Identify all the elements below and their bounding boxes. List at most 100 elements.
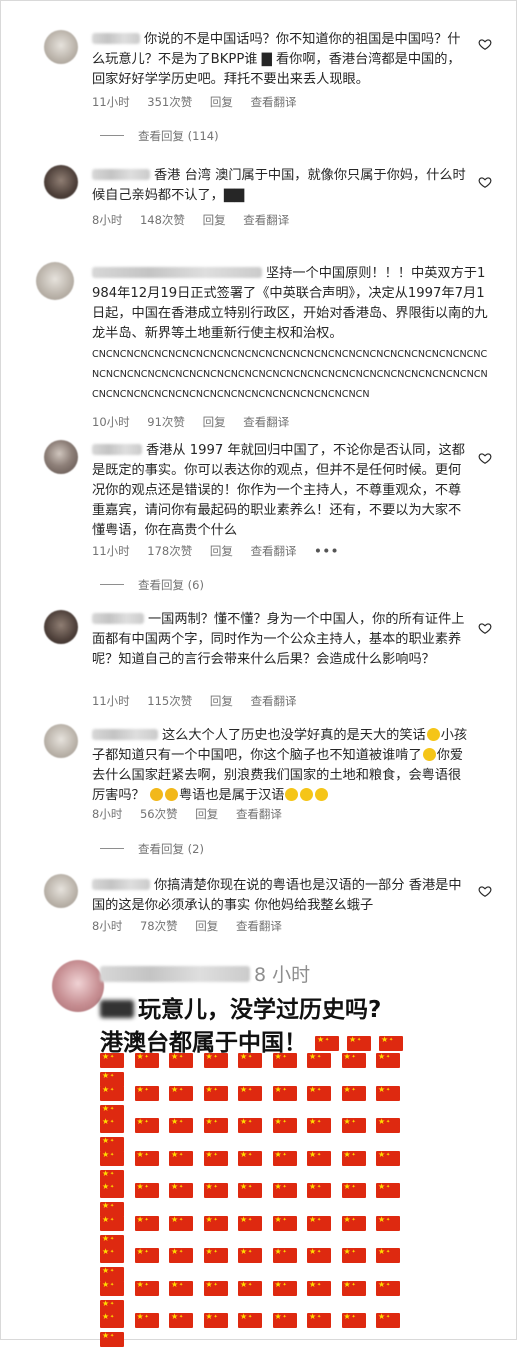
china-flag-icon xyxy=(341,1117,366,1133)
china-flag-icon xyxy=(203,1085,228,1101)
like-count[interactable]: 148次赞 xyxy=(140,213,185,227)
china-flag-icon xyxy=(341,1150,366,1166)
avatar[interactable] xyxy=(44,724,78,758)
sad-emoji-icon xyxy=(149,788,163,801)
comment-text: 一国两制？懂不懂？身为一个中国人，你的所有证件上面都有中国两个字，同时作为一个公… xyxy=(92,612,465,667)
china-flag-icon xyxy=(307,1117,331,1133)
like-count[interactable]: 78次赞 xyxy=(140,919,178,933)
comment-text: 这么大个人了历史也没学好真的是天大的笑话 小孩子都知道只有一个中国吧，你这个脑子也… xyxy=(92,728,468,803)
china-flag-icon xyxy=(134,1215,159,1231)
smile-emoji-icon xyxy=(285,788,299,801)
zoomed-comment-line-1: 玩意儿，没学过历史吗? xyxy=(100,990,381,1024)
like-heart-icon[interactable] xyxy=(478,36,492,50)
china-flag-icon xyxy=(203,1247,228,1263)
translate-button[interactable]: 查看翻译 xyxy=(236,919,282,933)
china-flag-icon xyxy=(238,1085,262,1101)
reply-button[interactable]: 回复 xyxy=(203,415,226,429)
reply-button[interactable]: 回复 xyxy=(210,694,233,708)
username-blurred[interactable] xyxy=(92,613,144,624)
comment-text: 你搞清楚你现在说的粤语也是汉语的一部分 香港是中国的这是你必须承认的事实 你他妈… xyxy=(92,878,462,913)
username-blurred[interactable] xyxy=(92,729,158,740)
china-flag-icon xyxy=(376,1085,400,1101)
like-heart-icon[interactable] xyxy=(478,883,492,897)
translate-button[interactable]: 查看翻译 xyxy=(251,694,297,708)
like-count[interactable]: 351次赞 xyxy=(147,95,192,109)
china-flag-icon xyxy=(307,1052,331,1068)
avatar[interactable] xyxy=(44,874,78,908)
like-count[interactable]: 56次赞 xyxy=(140,807,178,821)
translate-button[interactable]: 查看翻译 xyxy=(251,544,297,558)
replies-divider xyxy=(100,135,124,136)
china-flag-icon xyxy=(347,1035,372,1051)
reply-button[interactable]: 回复 xyxy=(210,95,233,109)
china-flag-icon xyxy=(100,1312,124,1328)
avatar[interactable] xyxy=(44,165,78,199)
china-flag-icon xyxy=(203,1117,228,1133)
china-flag-icon xyxy=(272,1312,297,1328)
smile-emoji-icon xyxy=(300,788,314,801)
china-flag-icon xyxy=(134,1085,159,1101)
avatar[interactable] xyxy=(52,960,104,1012)
china-flag-icon xyxy=(100,1280,124,1296)
view-replies-button[interactable]: 查看回复 (114) xyxy=(100,128,219,144)
like-count[interactable]: 115次赞 xyxy=(147,694,192,708)
china-flag-icon xyxy=(376,1247,400,1263)
china-flag-icon xyxy=(238,1052,262,1068)
grin-emoji-icon xyxy=(422,748,436,761)
username-blurred[interactable] xyxy=(100,966,250,982)
username-blurred[interactable] xyxy=(92,444,142,455)
flag-row xyxy=(100,1310,440,1347)
china-flag-icon xyxy=(315,1035,340,1051)
spam-text: CNCNCNCNCNCNCNCNCNCNCNCNCNCNCNCNCNCNCNCN… xyxy=(92,349,488,400)
reply-button[interactable]: 回复 xyxy=(195,807,218,821)
avatar[interactable] xyxy=(44,30,78,64)
like-heart-icon[interactable] xyxy=(478,620,492,634)
translate-button[interactable]: 查看翻译 xyxy=(251,95,297,109)
china-flag-icon xyxy=(134,1117,159,1133)
china-flag-icon xyxy=(100,1215,124,1231)
china-flag-icon xyxy=(341,1247,366,1263)
view-replies-button[interactable]: 查看回复 (2) xyxy=(100,841,204,857)
like-heart-icon[interactable] xyxy=(478,450,492,464)
reply-button[interactable]: 回复 xyxy=(210,544,233,558)
username-blurred[interactable] xyxy=(92,879,150,890)
comment-time: 8小时 xyxy=(92,213,123,227)
avatar[interactable] xyxy=(36,262,74,300)
china-flag-icon xyxy=(341,1052,366,1068)
like-heart-icon[interactable] xyxy=(478,174,492,188)
more-options-button[interactable]: ••• xyxy=(314,544,339,558)
comment-time: 8小时 xyxy=(92,919,123,933)
view-replies-button[interactable]: 查看回复 (6) xyxy=(100,577,204,593)
translate-button[interactable]: 查看翻译 xyxy=(243,415,289,429)
china-flag-icon xyxy=(376,1052,400,1068)
avatar[interactable] xyxy=(44,610,78,644)
china-flag-icon xyxy=(100,1117,124,1133)
comment-time: 11小时 xyxy=(92,95,130,109)
username-blurred[interactable] xyxy=(92,169,150,180)
reply-button[interactable]: 回复 xyxy=(195,919,218,933)
china-flag-icon xyxy=(376,1312,400,1328)
like-count[interactable]: 91次赞 xyxy=(147,415,185,429)
china-flag-icon xyxy=(169,1312,193,1328)
translate-button[interactable]: 查看翻译 xyxy=(243,213,289,227)
username-blurred[interactable] xyxy=(92,267,262,278)
china-flag-icon xyxy=(203,1215,228,1231)
china-flag-icon xyxy=(203,1052,228,1068)
smile-emoji-icon xyxy=(315,788,329,801)
comment-meta: 8小时 56次赞 回复 查看翻译 xyxy=(92,806,296,822)
china-flag-icon xyxy=(238,1312,262,1328)
avatar[interactable] xyxy=(44,440,78,474)
china-flag-icon xyxy=(307,1150,331,1166)
china-flag-icon xyxy=(307,1085,331,1101)
comment-text: 香港 台湾 澳门属于中国，就像你只属于你妈，什么时候自己亲妈都不认了，▇▇ xyxy=(92,168,466,203)
reply-button[interactable]: 回复 xyxy=(203,213,226,227)
china-flag-icon xyxy=(272,1052,297,1068)
comment-meta: 11小时 115次赞 回复 查看翻译 xyxy=(92,693,311,709)
sad-emoji-icon xyxy=(164,788,178,801)
like-count[interactable]: 178次赞 xyxy=(147,544,192,558)
replies-divider xyxy=(100,848,124,849)
translate-button[interactable]: 查看翻译 xyxy=(236,807,282,821)
grin-emoji-icon xyxy=(426,728,440,741)
china-flag-icon xyxy=(100,1182,124,1198)
username-blurred[interactable] xyxy=(92,33,140,44)
